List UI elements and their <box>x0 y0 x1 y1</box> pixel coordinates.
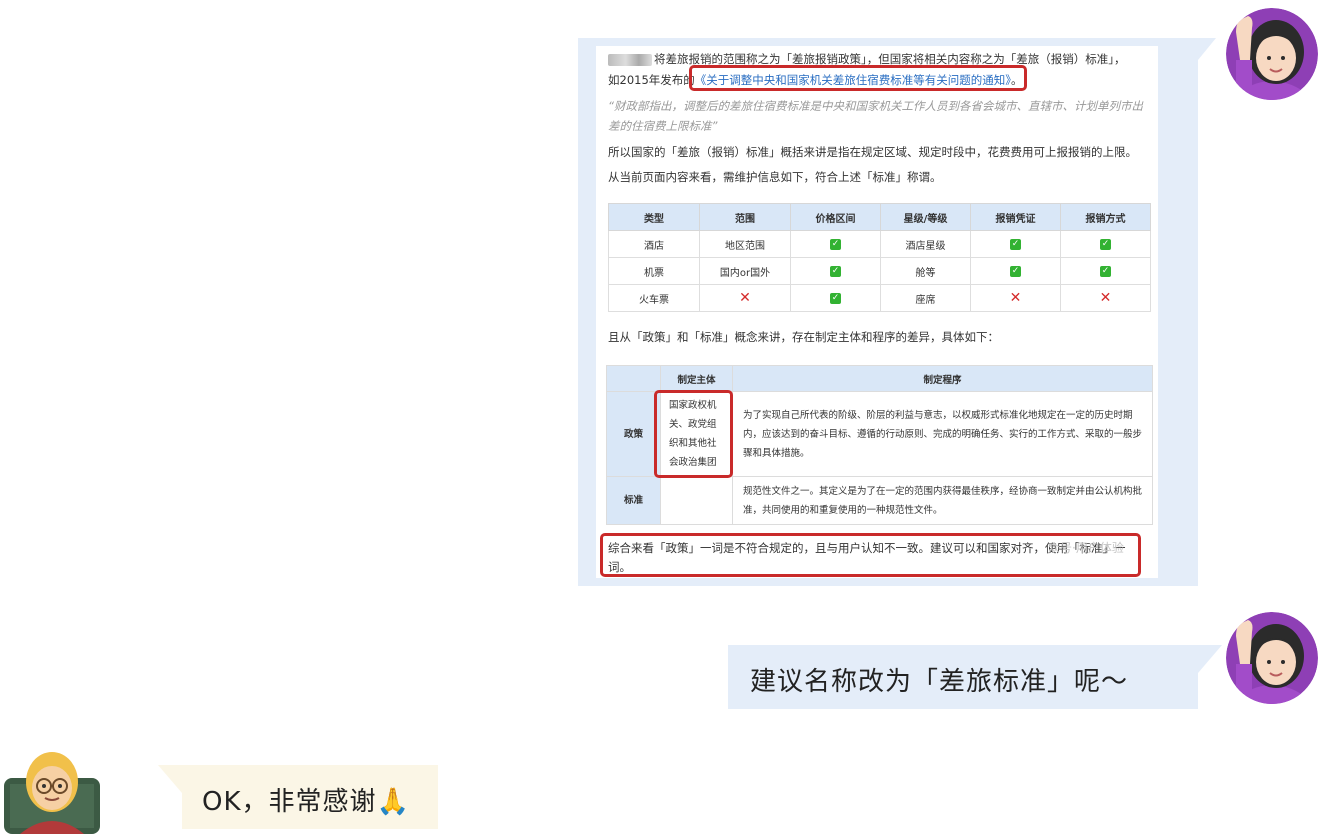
table-cell: 为了实现自己所代表的阶级、阶层的利益与意志，以权威形式标准化地规定在一定的历史时… <box>732 391 1153 477</box>
message-text: 建议名称改为「差旅标准」呢～ <box>750 667 1129 697</box>
table-header-row: 制定主体 制定程序 <box>606 365 1153 392</box>
check-icon: ✓ <box>1100 239 1111 250</box>
row-header: 标准 <box>606 476 661 525</box>
shared-screenshot[interactable]: 将差旅报销的范围称之为「差旅报销政策」，但国家将相关内容称之为「差旅（报销）标准… <box>596 46 1158 578</box>
table-cell: ✓ <box>790 284 881 312</box>
table-header: 报销方式 <box>1060 203 1151 231</box>
table-cell: ✕ <box>970 284 1061 312</box>
table-row: 酒店 地区范围 ✓ 酒店星级 ✓ ✓ <box>608 230 1151 258</box>
check-icon: ✓ <box>830 293 841 304</box>
paragraph: 且从「政策」和「标准」概念来讲，存在制定主体和程序的差异，具体如下： <box>608 330 999 344</box>
check-icon: ✓ <box>1010 239 1021 250</box>
table-header: 制定程序 <box>732 365 1153 392</box>
quote-line: “财政部指出，调整后的差旅住宿费标准是中央和国家机关工作人员到各省会城市、直辖市… <box>608 99 1143 113</box>
table-header: 类型 <box>608 203 700 231</box>
table-header <box>606 365 661 392</box>
table-cell: 酒店 <box>608 230 700 258</box>
table-row: 机票 国内or国外 ✓ 舱等 ✓ ✓ <box>608 257 1151 285</box>
avatar[interactable] <box>4 738 100 834</box>
table-cell: 酒店星级 <box>880 230 971 258</box>
highlight-box <box>654 390 733 478</box>
table-cell: 火车票 <box>608 284 700 312</box>
table-cell: ✓ <box>1060 257 1151 285</box>
table-cell: 舱等 <box>880 257 971 285</box>
table-header: 价格区间 <box>790 203 881 231</box>
table-cell: ✓ <box>970 257 1061 285</box>
paragraph: 从当前页面内容来看，需维护信息如下，符合上述「标准」称谓。 <box>608 170 942 184</box>
text-message-bubble[interactable]: 建议名称改为「差旅标准」呢～ <box>728 645 1222 709</box>
table-cell: ✕ <box>1060 284 1151 312</box>
cross-icon: ✕ <box>1099 290 1112 306</box>
cross-icon: ✕ <box>1009 290 1022 306</box>
table-row: 火车票 ✕ ✓ 座席 ✕ ✕ <box>608 284 1151 312</box>
table-cell: 规范性文件之一。其定义是为了在一定的范围内获得最佳秩序，经协商一致制定并由公认机… <box>732 476 1153 525</box>
table-header: 范围 <box>699 203 791 231</box>
table-header: 制定主体 <box>660 365 733 392</box>
check-icon: ✓ <box>830 239 841 250</box>
message-text: OK，非常感谢🙏 <box>202 787 410 817</box>
table-cell: ✓ <box>790 257 881 285</box>
table-cell: 机票 <box>608 257 700 285</box>
table-header: 星级/等级 <box>880 203 971 231</box>
avatar[interactable] <box>1226 612 1318 704</box>
cross-icon: ✕ <box>739 290 751 306</box>
paragraph: 所以国家的「差旅（报销）标准」概括来讲是指在规定区域、规定时段中，花费费用可上报… <box>608 145 1137 159</box>
highlight-box <box>689 65 1027 91</box>
table-cell: ✓ <box>970 230 1061 258</box>
table-header: 报销凭证 <box>970 203 1061 231</box>
table-cell: 地区范围 <box>699 230 791 258</box>
table-cell: ✓ <box>790 230 881 258</box>
quote-line: 差的住宿费上限标准” <box>608 119 718 133</box>
table-cell: 座席 <box>880 284 971 312</box>
table-cell: 国内or国外 <box>699 257 791 285</box>
avatar[interactable] <box>1226 8 1318 100</box>
check-icon: ✓ <box>830 266 841 277</box>
table-header-row: 类型 范围 价格区间 星级/等级 报销凭证 报销方式 <box>608 203 1151 231</box>
row-header: 政策 <box>606 391 661 477</box>
table-cell: ✕ <box>699 284 791 312</box>
text-message-bubble[interactable]: OK，非常感谢🙏 <box>158 765 438 829</box>
check-icon: ✓ <box>1010 266 1021 277</box>
watermark: 众号·用户体验 <box>1048 541 1124 555</box>
table-cell <box>660 476 733 525</box>
blurred-text <box>608 53 652 66</box>
standards-table: 类型 范围 价格区间 星级/等级 报销凭证 报销方式 酒店 地区范围 ✓ 酒店星… <box>608 203 1151 312</box>
table-cell: ✓ <box>1060 230 1151 258</box>
check-icon: ✓ <box>1100 266 1111 277</box>
table-row: 标准 规范性文件之一。其定义是为了在一定的范围内获得最佳秩序，经协商一致制定并由… <box>606 476 1153 525</box>
